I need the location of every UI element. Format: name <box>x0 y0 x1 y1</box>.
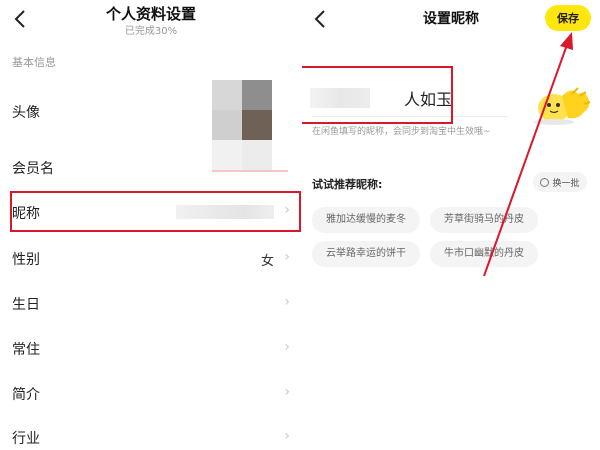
row-label: 生日 <box>12 297 40 313</box>
row-label: 行业 <box>12 431 40 447</box>
completion-subtitle: 已完成30% <box>124 26 178 37</box>
chevron-right-icon: › <box>284 249 290 265</box>
nickname-hint: 在闲鱼填写的昵称，会同步到淘宝中生效哦~ <box>312 127 491 137</box>
suggest-title: 试试推荐昵称: <box>312 178 383 191</box>
suggestion-chip[interactable]: 雅加达缓慢的麦冬 <box>312 207 420 233</box>
row-label: 简介 <box>12 387 40 403</box>
mascot-icon <box>534 87 591 125</box>
row-residence[interactable]: 常住 › <box>0 332 302 366</box>
save-button[interactable]: 保存 <box>545 5 591 31</box>
suggestion-chip[interactable]: 芳草街骑马的丹皮 <box>430 207 538 233</box>
suggestion-chip[interactable]: 牛市口幽默的丹皮 <box>430 241 538 267</box>
refresh-button[interactable]: 换一批 <box>533 172 587 192</box>
row-bio[interactable]: 简介 › <box>0 377 302 411</box>
suggestion-chip[interactable]: 云举路幸运的饼干 <box>312 241 420 267</box>
highlight-box <box>10 191 301 232</box>
row-label: 头像 <box>12 105 40 121</box>
highlight-box <box>302 66 453 124</box>
row-member-name: 会员名 <box>0 150 302 184</box>
row-gender[interactable]: 性别 女 › <box>0 242 302 276</box>
gender-value: 女 <box>260 254 274 269</box>
profile-settings-panel: 个人资料设置 已完成30% 基本信息 头像 会员名 昵称 › 性别 女 › 生日… <box>0 0 302 450</box>
chevron-right-icon: › <box>284 428 290 444</box>
page-title: 设置昵称 <box>423 11 479 27</box>
row-label: 常住 <box>12 342 40 358</box>
back-arrow-icon[interactable] <box>14 9 26 34</box>
chevron-right-icon: › <box>284 384 290 400</box>
refresh-icon <box>540 177 550 187</box>
section-label: 基本信息 <box>12 56 56 69</box>
divider <box>212 170 288 172</box>
back-arrow-icon[interactable] <box>314 9 326 34</box>
page-title: 个人资料设置 <box>105 5 196 23</box>
row-birthday[interactable]: 生日 › <box>0 287 302 321</box>
chevron-right-icon: › <box>284 339 290 355</box>
refresh-label: 换一批 <box>552 178 580 189</box>
row-label: 性别 <box>12 252 40 268</box>
row-industry[interactable]: 行业 › <box>0 422 302 450</box>
chevron-right-icon: › <box>284 294 290 310</box>
row-label: 会员名 <box>12 161 54 177</box>
set-nickname-panel: 设置昵称 保存 在闲鱼填写的昵称，会同步到淘宝中生效哦~ 试试推荐昵称: 换一批… <box>302 0 600 450</box>
